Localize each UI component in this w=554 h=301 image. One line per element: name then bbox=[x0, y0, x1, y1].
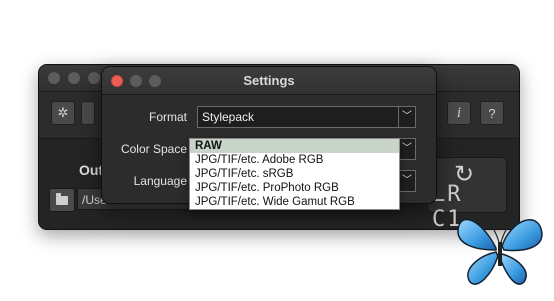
chevron-down-icon: ﹀ bbox=[398, 139, 415, 159]
gear-icon: ✲ bbox=[57, 105, 69, 120]
color-space-label: Color Space bbox=[120, 142, 187, 156]
dropdown-option-srgb[interactable]: JPG/TIF/etc. sRGB bbox=[190, 167, 399, 181]
chevron-down-icon: ﹀ bbox=[398, 107, 415, 127]
info-button[interactable]: i bbox=[447, 101, 471, 125]
help-button[interactable]: ? bbox=[480, 101, 504, 125]
main-zoom-button[interactable] bbox=[88, 72, 100, 84]
main-minimize-button[interactable] bbox=[68, 72, 80, 84]
choose-folder-button[interactable] bbox=[49, 188, 75, 212]
settings-button[interactable]: ✲ bbox=[51, 101, 75, 125]
main-close-button[interactable] bbox=[48, 72, 60, 84]
settings-titlebar: Settings bbox=[102, 67, 436, 95]
format-select[interactable]: Stylepack ﹀ bbox=[197, 106, 416, 128]
color-space-dropdown: RAW JPG/TIF/etc. Adobe RGB JPG/TIF/etc. … bbox=[189, 138, 400, 210]
format-label: Format bbox=[148, 110, 187, 124]
dropdown-option-adobe-rgb[interactable]: JPG/TIF/etc. Adobe RGB bbox=[190, 153, 399, 167]
format-value: Stylepack bbox=[202, 110, 255, 124]
dropdown-option-wide-gamut-rgb[interactable]: JPG/TIF/etc. Wide Gamut RGB bbox=[190, 195, 399, 209]
butterfly-icon bbox=[457, 218, 543, 285]
dropdown-option-raw[interactable]: RAW bbox=[190, 139, 399, 153]
folder-icon bbox=[56, 192, 68, 205]
language-label: Language bbox=[133, 174, 187, 188]
chevron-down-icon: ﹀ bbox=[398, 171, 415, 191]
dialog-title: Settings bbox=[243, 73, 295, 88]
toolbar-partial-button[interactable] bbox=[81, 101, 95, 125]
output-label: Out bbox=[79, 162, 104, 178]
dropdown-option-prophoto-rgb[interactable]: JPG/TIF/etc. ProPhoto RGB bbox=[190, 181, 399, 195]
